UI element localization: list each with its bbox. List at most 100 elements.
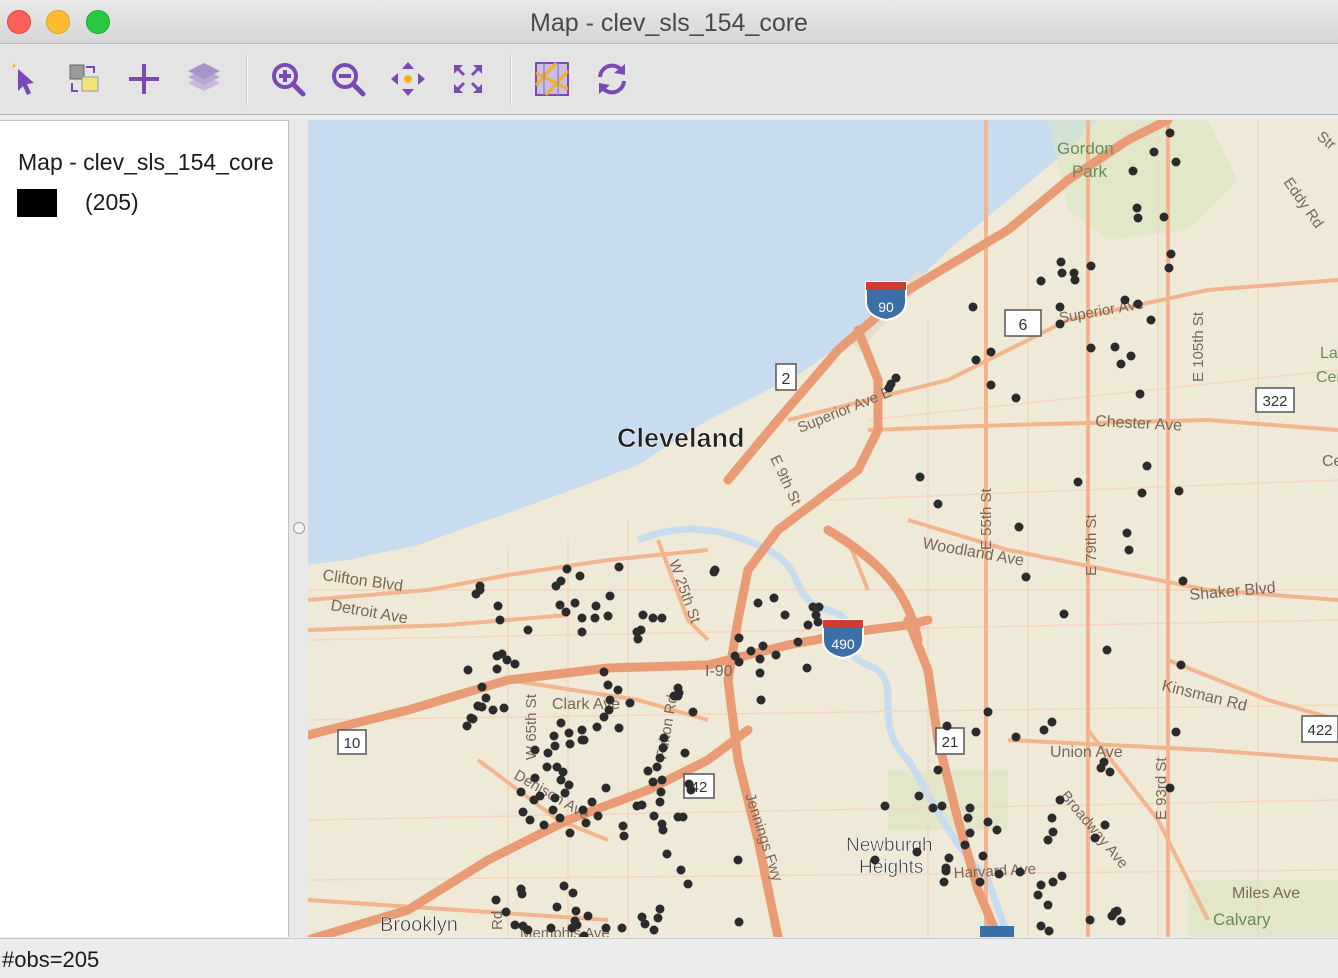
observation-point[interactable] bbox=[755, 654, 765, 664]
observation-point[interactable] bbox=[1164, 263, 1174, 273]
observation-point[interactable] bbox=[501, 907, 511, 917]
observation-point[interactable] bbox=[577, 725, 587, 735]
observation-point[interactable] bbox=[559, 881, 569, 891]
observation-point[interactable] bbox=[1137, 488, 1147, 498]
map-canvas[interactable]: 90 490 6 322 422 2 10 42 21 Cleveland Go… bbox=[308, 120, 1338, 937]
observation-point[interactable] bbox=[605, 695, 615, 705]
observation-point[interactable] bbox=[649, 925, 659, 935]
observation-point[interactable] bbox=[1178, 576, 1188, 586]
observation-point[interactable] bbox=[1039, 725, 1049, 735]
observation-point[interactable] bbox=[637, 800, 647, 810]
observation-point[interactable] bbox=[814, 602, 824, 612]
observation-point[interactable] bbox=[560, 788, 570, 798]
observation-point[interactable] bbox=[769, 593, 779, 603]
observation-point[interactable] bbox=[1149, 147, 1159, 157]
observation-point[interactable] bbox=[733, 855, 743, 865]
observation-point[interactable] bbox=[477, 682, 487, 692]
observation-point[interactable] bbox=[1047, 717, 1057, 727]
observation-point[interactable] bbox=[564, 780, 574, 790]
observation-point[interactable] bbox=[633, 634, 643, 644]
observation-point[interactable] bbox=[965, 803, 975, 813]
observation-point[interactable] bbox=[477, 702, 487, 712]
observation-point[interactable] bbox=[603, 611, 613, 621]
observation-point[interactable] bbox=[604, 705, 614, 715]
observation-point[interactable] bbox=[758, 641, 768, 651]
observation-point[interactable] bbox=[1135, 389, 1145, 399]
observation-point[interactable] bbox=[575, 571, 585, 581]
observation-point[interactable] bbox=[978, 851, 988, 861]
observation-point[interactable] bbox=[555, 600, 565, 610]
observation-point[interactable] bbox=[1047, 813, 1057, 823]
observation-point[interactable] bbox=[1015, 867, 1025, 877]
observation-point[interactable] bbox=[1043, 900, 1053, 910]
observation-point[interactable] bbox=[593, 811, 603, 821]
observation-point[interactable] bbox=[944, 853, 954, 863]
refresh-button[interactable] bbox=[590, 57, 634, 101]
observation-point[interactable] bbox=[523, 925, 533, 935]
observation-point[interactable] bbox=[915, 472, 925, 482]
observation-point[interactable] bbox=[491, 895, 501, 905]
observation-point[interactable] bbox=[655, 753, 665, 763]
observation-point[interactable] bbox=[1070, 275, 1080, 285]
add-layer-button[interactable] bbox=[122, 57, 166, 101]
observation-point[interactable] bbox=[734, 633, 744, 643]
observation-point[interactable] bbox=[561, 607, 571, 617]
observation-point[interactable] bbox=[587, 797, 597, 807]
observation-point[interactable] bbox=[649, 811, 659, 821]
observation-point[interactable] bbox=[518, 807, 528, 817]
observation-point[interactable] bbox=[638, 610, 648, 620]
observation-point[interactable] bbox=[558, 767, 568, 777]
observation-point[interactable] bbox=[551, 581, 561, 591]
observation-point[interactable] bbox=[1133, 213, 1143, 223]
observation-point[interactable] bbox=[655, 797, 665, 807]
observation-point[interactable] bbox=[577, 613, 587, 623]
map-svg[interactable]: 90 490 6 322 422 2 10 42 21 Cleveland Go… bbox=[308, 120, 1338, 937]
observation-point[interactable] bbox=[1086, 343, 1096, 353]
observation-point[interactable] bbox=[548, 805, 558, 815]
observation-point[interactable] bbox=[1176, 660, 1186, 670]
observation-point[interactable] bbox=[939, 877, 949, 887]
observation-point[interactable] bbox=[1043, 835, 1053, 845]
observation-point[interactable] bbox=[618, 821, 628, 831]
observation-point[interactable] bbox=[475, 581, 485, 591]
observation-point[interactable] bbox=[971, 355, 981, 365]
observation-point[interactable] bbox=[1011, 732, 1021, 742]
observation-point[interactable] bbox=[1059, 609, 1069, 619]
observation-point[interactable] bbox=[568, 888, 578, 898]
observation-point[interactable] bbox=[488, 705, 498, 715]
observation-point[interactable] bbox=[581, 818, 591, 828]
observation-point[interactable] bbox=[963, 813, 973, 823]
observation-point[interactable] bbox=[516, 787, 526, 797]
observation-point[interactable] bbox=[530, 745, 540, 755]
observation-point[interactable] bbox=[614, 562, 624, 572]
observation-point[interactable] bbox=[971, 727, 981, 737]
observation-point[interactable] bbox=[481, 693, 491, 703]
observation-point[interactable] bbox=[510, 920, 520, 930]
selection-shape-button[interactable] bbox=[62, 57, 106, 101]
observation-point[interactable] bbox=[1096, 763, 1106, 773]
observation-point[interactable] bbox=[1036, 276, 1046, 286]
observation-point[interactable] bbox=[1165, 783, 1175, 793]
observation-point[interactable] bbox=[640, 919, 650, 929]
observation-point[interactable] bbox=[1021, 572, 1031, 582]
observation-point[interactable] bbox=[965, 828, 975, 838]
observation-point[interactable] bbox=[613, 685, 623, 695]
observation-point[interactable] bbox=[986, 347, 996, 357]
observation-point[interactable] bbox=[493, 601, 503, 611]
observation-point[interactable] bbox=[1057, 871, 1067, 881]
observation-point[interactable] bbox=[543, 748, 553, 758]
observation-point[interactable] bbox=[803, 620, 813, 630]
observation-point[interactable] bbox=[652, 762, 662, 772]
observation-point[interactable] bbox=[565, 828, 575, 838]
observation-point[interactable] bbox=[468, 714, 478, 724]
pan-button[interactable] bbox=[386, 57, 430, 101]
observation-point[interactable] bbox=[653, 913, 663, 923]
observation-point[interactable] bbox=[643, 766, 653, 776]
observation-point[interactable] bbox=[556, 718, 566, 728]
select-tool-button[interactable] bbox=[4, 57, 48, 101]
observation-point[interactable] bbox=[578, 805, 588, 815]
observation-point[interactable] bbox=[1110, 342, 1120, 352]
observation-point[interactable] bbox=[583, 911, 593, 921]
observation-point[interactable] bbox=[1132, 203, 1142, 213]
observation-point[interactable] bbox=[793, 637, 803, 647]
